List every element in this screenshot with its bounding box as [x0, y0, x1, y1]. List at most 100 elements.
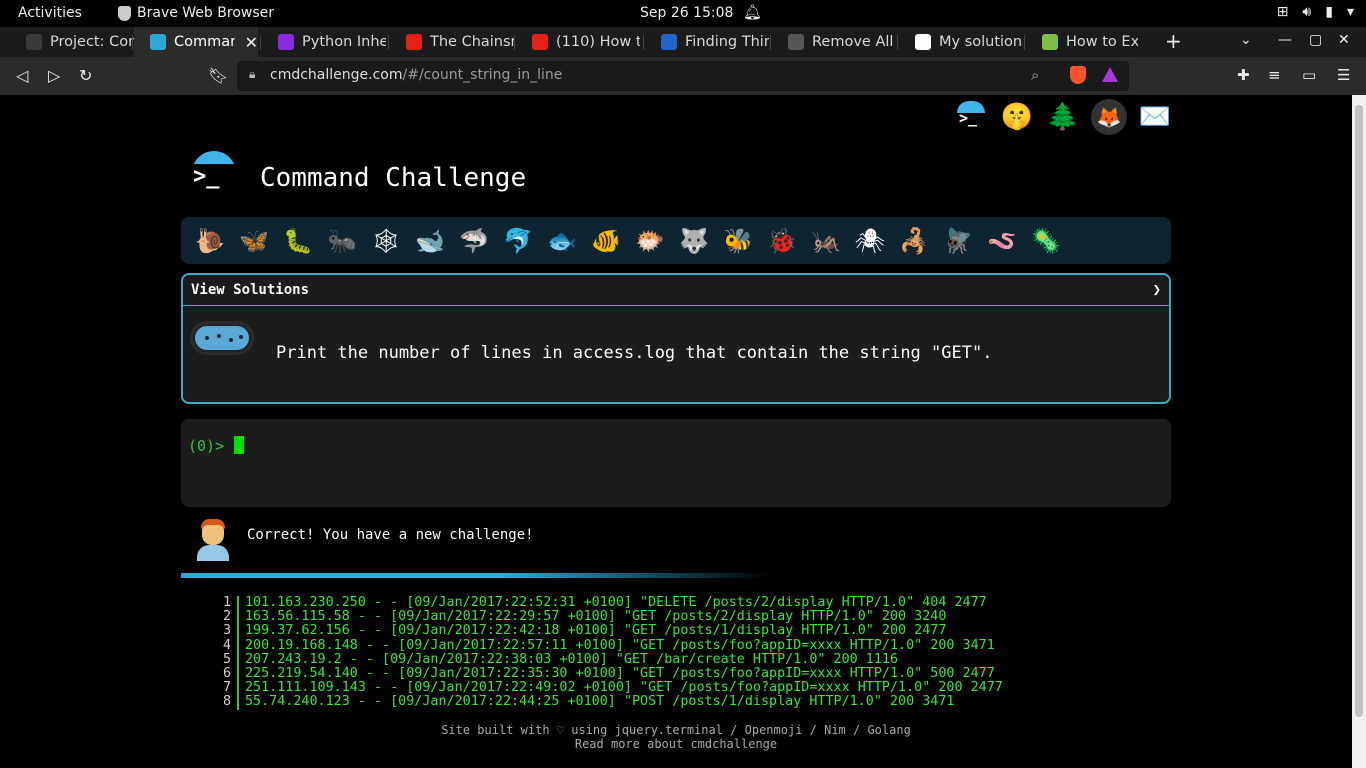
maximize-button[interactable]: ▢ [1309, 32, 1322, 48]
bee-icon[interactable]: 🐝 [717, 223, 759, 259]
browser-tab[interactable]: Project: Comm [10, 27, 134, 57]
line-gutter [237, 596, 239, 611]
dolphin-icon[interactable]: 🐬 [497, 223, 539, 259]
reload-button[interactable]: ↻ [79, 66, 92, 85]
terminal-cursor[interactable] [234, 436, 244, 454]
ladybug-icon[interactable]: 🐞 [761, 223, 803, 259]
forward-button[interactable]: ▷ [48, 66, 60, 85]
system-menu-chevron-icon[interactable]: ▾ [1347, 4, 1354, 20]
tab-search-chevron-icon[interactable]: ⌄ [1240, 32, 1252, 48]
snail-icon[interactable]: 🐌 [189, 223, 231, 259]
new-tab-button[interactable]: + [1165, 29, 1182, 53]
line-number: 5 [222, 651, 231, 667]
activities-button[interactable]: Activities [18, 5, 82, 21]
view-solutions-label: View Solutions [191, 282, 310, 298]
output-line: 8 55.74.240.123 - - [09/Jan/2017:22:44:25… [205, 695, 1003, 710]
app-menu[interactable]: Brave Web Browser [118, 5, 274, 21]
address-bar[interactable]: 🔒︎ cmdchallenge.com/#/count_string_in_li… [237, 61, 1129, 91]
lock-icon[interactable]: 🔒︎ [249, 67, 255, 82]
feedback-message: Correct! You have a new challenge! [247, 527, 534, 543]
microbe-icon[interactable]: 🦠 [1025, 223, 1067, 259]
tab-label: (110) How to [556, 34, 640, 50]
zoom-icon[interactable]: ⌕ [1031, 66, 1039, 84]
tab-label: Command [174, 34, 235, 50]
blowfish-icon[interactable]: 🐡 [629, 223, 671, 259]
mail-icon[interactable]: ✉️ [1137, 99, 1173, 135]
whale-icon[interactable]: 🐋 [409, 223, 451, 259]
footer-read-more-link[interactable]: Read more about cmdchallenge [0, 737, 1352, 751]
network-icon[interactable]: ⊞ [1277, 4, 1289, 20]
wallet-icon[interactable]: ▭ [1302, 66, 1316, 84]
output-line: 6 225.219.54.140 - - [09/Jan/2017:22:35:3… [205, 666, 1003, 682]
tab-label: Project: Comm [50, 34, 134, 50]
tab-strip: + ⌄ — ▢ ✕ Project: Comm Command ✕ Python In… [0, 27, 1366, 57]
minimize-button[interactable]: — [1278, 32, 1292, 48]
spiderweb-icon[interactable]: 🕸 [365, 223, 407, 259]
ant-icon[interactable]: 🐜 [321, 223, 363, 259]
line-gutter [237, 667, 239, 682]
output-line: 5 207.243.19.2 - - [09/Jan/2017:22:38:03 … [205, 651, 1003, 668]
browser-toolbar: ◁ ▷ ↻ 🔖︎ 🔒︎ cmdchallenge.com/#/count_str… [0, 57, 1366, 95]
extensions-icon[interactable]: ✚ [1237, 66, 1250, 84]
person-avatar-icon [193, 517, 233, 563]
youtube-icon [406, 34, 422, 50]
tree-icon[interactable]: 🌲 [1045, 99, 1081, 135]
shark-icon[interactable]: 🦈 [453, 223, 495, 259]
line-gutter [237, 652, 239, 668]
line-text: 225.219.54.140 - - [09/Jan/2017:22:35:30… [245, 666, 995, 682]
browser-tab[interactable]: Command ✕ [134, 27, 258, 57]
shushing-face-icon[interactable]: 🤫 [999, 99, 1035, 135]
scrollbar-thumb[interactable] [1355, 105, 1363, 717]
gitlab-icon[interactable]: 🦊 [1091, 99, 1127, 135]
spider-icon[interactable]: 🕷 [849, 223, 891, 259]
volume-icon[interactable]: 🔊︎ [1302, 4, 1311, 20]
scorpion-icon[interactable]: 🦂 [893, 223, 935, 259]
page-scrollbar[interactable] [1352, 95, 1366, 768]
browser-tab[interactable]: Finding Thing [645, 27, 769, 57]
worm-icon[interactable]: 🪱 [981, 223, 1023, 259]
browser-tab[interactable]: Remove All Fi [772, 27, 896, 57]
tab-label: Remove All Fi [812, 34, 896, 50]
site-logo[interactable]: >_ [190, 151, 238, 198]
bookmark-icon[interactable]: 🔖︎ [208, 66, 228, 85]
battery-icon[interactable]: ▮ [1325, 4, 1333, 20]
header-icons: >_ 🤫 🌲 🦊 ✉️ [953, 99, 1173, 135]
caterpillar-icon[interactable]: 🐛 [277, 223, 319, 259]
line-text: 200.19.168.148 - - [09/Jan/2017:22:57:11… [245, 637, 995, 653]
back-button[interactable]: ◁ [16, 66, 28, 85]
line-number: 6 [222, 666, 231, 682]
url-text[interactable]: cmdchallenge.com/#/count_string_in_line [270, 67, 562, 83]
challenge-body: Print the number of lines in access.log … [183, 306, 1169, 402]
menu-icon[interactable]: ☰ [1337, 66, 1350, 84]
cricket-icon[interactable]: 🦗 [805, 223, 847, 259]
fish-icon[interactable]: 🐟 [541, 223, 583, 259]
tropical-fish-icon[interactable]: 🐠 [585, 223, 627, 259]
logo-prompt: >_ [192, 164, 238, 198]
system-tray[interactable]: ⊞ 🔊︎ ▮ ▾ [1277, 4, 1354, 20]
browser-tab[interactable]: (110) How to [516, 27, 640, 57]
browser-tab[interactable]: The Chainsm [390, 27, 514, 57]
page-title[interactable]: Command Challenge [260, 163, 526, 193]
tab-separator [1024, 35, 1025, 50]
playlist-icon[interactable]: ≡ [1268, 66, 1281, 84]
notification-bell-icon[interactable]: 🔔︎ [743, 3, 762, 21]
browser-tab[interactable]: Python Inheri [262, 27, 386, 57]
browser-tab[interactable]: My solutions [899, 27, 1023, 57]
terminal-umbrella-icon[interactable]: >_ [953, 99, 989, 135]
brave-shields-icon[interactable] [1070, 66, 1086, 84]
butterfly-icon[interactable]: 🦋 [233, 223, 275, 259]
view-solutions-toggle[interactable]: View Solutions ❯ [183, 275, 1169, 306]
command-output: 1 101.163.230.250 - - [09/Jan/2017:22:52:… [205, 596, 1003, 714]
line-number: 4 [222, 637, 231, 653]
close-tab-icon[interactable]: ✕ [245, 33, 258, 52]
line-gutter [237, 610, 239, 625]
close-window-button[interactable]: ✕ [1338, 32, 1350, 48]
fly-icon[interactable]: 🪰 [937, 223, 979, 259]
brave-rewards-icon[interactable] [1102, 67, 1118, 82]
output-line: 2 163.56.115.58 - - [09/Jan/2017:22:29:57… [205, 610, 1003, 625]
clock[interactable]: Sep 26 15:08 [640, 5, 733, 21]
browser-tab[interactable]: How to Extra [1026, 27, 1138, 57]
terminal[interactable]: (0)> [181, 419, 1171, 507]
wolf-icon[interactable]: 🐺 [673, 223, 715, 259]
line-text: 199.37.62.156 - - [09/Jan/2017:22:42:18 … [245, 623, 947, 639]
